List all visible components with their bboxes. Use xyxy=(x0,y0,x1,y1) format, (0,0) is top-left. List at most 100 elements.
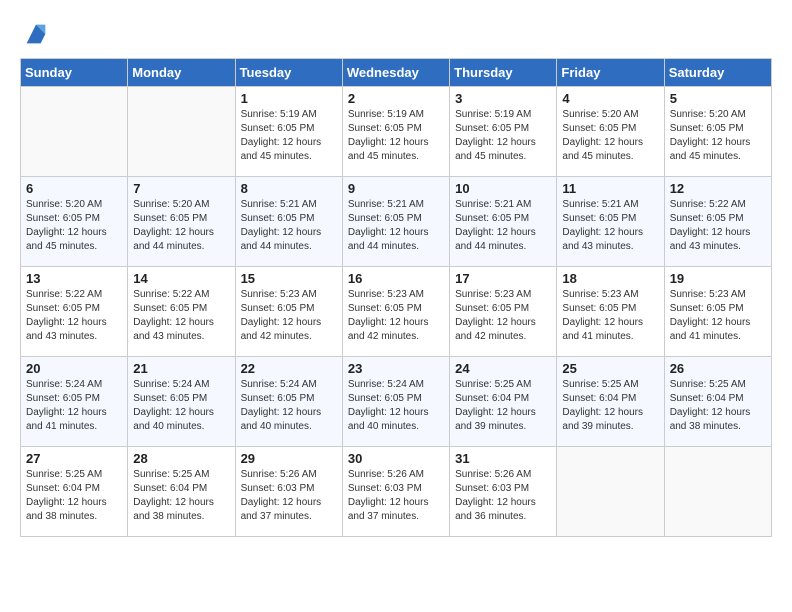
weekday-header-wednesday: Wednesday xyxy=(342,59,449,87)
cell-detail: Sunrise: 5:25 AM Sunset: 6:04 PM Dayligh… xyxy=(562,378,658,434)
day-number: 12 xyxy=(670,181,766,196)
cell-detail: Sunrise: 5:21 AM Sunset: 6:05 PM Dayligh… xyxy=(241,198,337,254)
weekday-header-monday: Monday xyxy=(128,59,235,87)
cell-detail: Sunrise: 5:21 AM Sunset: 6:05 PM Dayligh… xyxy=(562,198,658,254)
calendar-cell: 29 Sunrise: 5:26 AM Sunset: 6:03 PM Dayli… xyxy=(235,447,342,537)
day-number: 14 xyxy=(133,271,229,286)
calendar-cell: 25 Sunrise: 5:25 AM Sunset: 6:04 PM Dayli… xyxy=(557,357,664,447)
cell-detail: Sunrise: 5:23 AM Sunset: 6:05 PM Dayligh… xyxy=(670,288,766,344)
calendar-cell: 24 Sunrise: 5:25 AM Sunset: 6:04 PM Dayli… xyxy=(450,357,557,447)
cell-detail: Sunrise: 5:26 AM Sunset: 6:03 PM Dayligh… xyxy=(241,468,337,524)
calendar-cell: 5 Sunrise: 5:20 AM Sunset: 6:05 PM Daylig… xyxy=(664,87,771,177)
weekday-header-thursday: Thursday xyxy=(450,59,557,87)
calendar-cell: 7 Sunrise: 5:20 AM Sunset: 6:05 PM Daylig… xyxy=(128,177,235,267)
cell-detail: Sunrise: 5:20 AM Sunset: 6:05 PM Dayligh… xyxy=(26,198,122,254)
day-number: 30 xyxy=(348,451,444,466)
calendar-cell: 1Sunrise: 5:19 AM Sunset: 6:05 PM Daylig… xyxy=(235,87,342,177)
calendar-cell: 4 Sunrise: 5:20 AM Sunset: 6:05 PM Daylig… xyxy=(557,87,664,177)
day-number: 15 xyxy=(241,271,337,286)
cell-detail: Sunrise: 5:24 AM Sunset: 6:05 PM Dayligh… xyxy=(348,378,444,434)
day-number: 17 xyxy=(455,271,551,286)
calendar-cell: 3Sunrise: 5:19 AM Sunset: 6:05 PM Daylig… xyxy=(450,87,557,177)
day-number: 29 xyxy=(241,451,337,466)
calendar-cell xyxy=(128,87,235,177)
day-number: 21 xyxy=(133,361,229,376)
calendar-cell: 2 Sunrise: 5:19 AM Sunset: 6:05 PM Daylig… xyxy=(342,87,449,177)
cell-detail: Sunrise: 5:20 AM Sunset: 6:05 PM Dayligh… xyxy=(562,108,658,164)
day-number: 18 xyxy=(562,271,658,286)
calendar-cell: 27Sunrise: 5:25 AM Sunset: 6:04 PM Dayli… xyxy=(21,447,128,537)
calendar-cell: 28 Sunrise: 5:25 AM Sunset: 6:04 PM Dayli… xyxy=(128,447,235,537)
cell-detail: Sunrise: 5:25 AM Sunset: 6:04 PM Dayligh… xyxy=(26,468,122,524)
calendar-cell: 19Sunrise: 5:23 AM Sunset: 6:05 PM Dayli… xyxy=(664,267,771,357)
calendar-cell xyxy=(557,447,664,537)
calendar-cell: 31 Sunrise: 5:26 AM Sunset: 6:03 PM Dayli… xyxy=(450,447,557,537)
calendar-cell: 22 Sunrise: 5:24 AM Sunset: 6:05 PM Dayli… xyxy=(235,357,342,447)
day-number: 10 xyxy=(455,181,551,196)
cell-detail: Sunrise: 5:26 AM Sunset: 6:03 PM Dayligh… xyxy=(348,468,444,524)
calendar-cell: 18 Sunrise: 5:23 AM Sunset: 6:05 PM Dayli… xyxy=(557,267,664,357)
calendar-cell: 26Sunrise: 5:25 AM Sunset: 6:04 PM Dayli… xyxy=(664,357,771,447)
calendar-cell: 17 Sunrise: 5:23 AM Sunset: 6:05 PM Dayli… xyxy=(450,267,557,357)
cell-detail: Sunrise: 5:23 AM Sunset: 6:05 PM Dayligh… xyxy=(455,288,551,344)
calendar-cell xyxy=(664,447,771,537)
cell-detail: Sunrise: 5:23 AM Sunset: 6:05 PM Dayligh… xyxy=(562,288,658,344)
calendar-cell: 8Sunrise: 5:21 AM Sunset: 6:05 PM Daylig… xyxy=(235,177,342,267)
day-number: 28 xyxy=(133,451,229,466)
day-number: 7 xyxy=(133,181,229,196)
cell-detail: Sunrise: 5:26 AM Sunset: 6:03 PM Dayligh… xyxy=(455,468,551,524)
day-number: 13 xyxy=(26,271,122,286)
calendar-cell: 23 Sunrise: 5:24 AM Sunset: 6:05 PM Dayli… xyxy=(342,357,449,447)
day-number: 23 xyxy=(348,361,444,376)
logo-icon xyxy=(22,20,50,48)
day-number: 26 xyxy=(670,361,766,376)
calendar-cell: 21 Sunrise: 5:24 AM Sunset: 6:05 PM Dayli… xyxy=(128,357,235,447)
calendar-table: SundayMondayTuesdayWednesdayThursdayFrid… xyxy=(20,58,772,537)
day-number: 2 xyxy=(348,91,444,106)
cell-detail: Sunrise: 5:19 AM Sunset: 6:05 PM Dayligh… xyxy=(241,108,337,164)
cell-detail: Sunrise: 5:20 AM Sunset: 6:05 PM Dayligh… xyxy=(133,198,229,254)
cell-detail: Sunrise: 5:25 AM Sunset: 6:04 PM Dayligh… xyxy=(455,378,551,434)
cell-detail: Sunrise: 5:24 AM Sunset: 6:05 PM Dayligh… xyxy=(241,378,337,434)
day-number: 16 xyxy=(348,271,444,286)
cell-detail: Sunrise: 5:22 AM Sunset: 6:05 PM Dayligh… xyxy=(670,198,766,254)
calendar-cell: 16Sunrise: 5:23 AM Sunset: 6:05 PM Dayli… xyxy=(342,267,449,357)
cell-detail: Sunrise: 5:23 AM Sunset: 6:05 PM Dayligh… xyxy=(241,288,337,344)
calendar-cell: 20Sunrise: 5:24 AM Sunset: 6:05 PM Dayli… xyxy=(21,357,128,447)
calendar-week-row: 1Sunrise: 5:19 AM Sunset: 6:05 PM Daylig… xyxy=(21,87,772,177)
day-number: 24 xyxy=(455,361,551,376)
weekday-header-friday: Friday xyxy=(557,59,664,87)
cell-detail: Sunrise: 5:19 AM Sunset: 6:05 PM Dayligh… xyxy=(348,108,444,164)
cell-detail: Sunrise: 5:22 AM Sunset: 6:05 PM Dayligh… xyxy=(26,288,122,344)
logo xyxy=(20,20,50,48)
cell-detail: Sunrise: 5:21 AM Sunset: 6:05 PM Dayligh… xyxy=(348,198,444,254)
calendar-cell: 10 Sunrise: 5:21 AM Sunset: 6:05 PM Dayli… xyxy=(450,177,557,267)
calendar-cell: 13 Sunrise: 5:22 AM Sunset: 6:05 PM Dayli… xyxy=(21,267,128,357)
day-number: 6 xyxy=(26,181,122,196)
day-number: 5 xyxy=(670,91,766,106)
page-header xyxy=(20,20,772,48)
cell-detail: Sunrise: 5:19 AM Sunset: 6:05 PM Dayligh… xyxy=(455,108,551,164)
day-number: 22 xyxy=(241,361,337,376)
cell-detail: Sunrise: 5:20 AM Sunset: 6:05 PM Dayligh… xyxy=(670,108,766,164)
day-number: 11 xyxy=(562,181,658,196)
calendar-cell: 14 Sunrise: 5:22 AM Sunset: 6:05 PM Dayli… xyxy=(128,267,235,357)
day-number: 9 xyxy=(348,181,444,196)
calendar-cell xyxy=(21,87,128,177)
weekday-header-saturday: Saturday xyxy=(664,59,771,87)
day-number: 31 xyxy=(455,451,551,466)
calendar-cell: 15 Sunrise: 5:23 AM Sunset: 6:05 PM Dayli… xyxy=(235,267,342,357)
calendar-week-row: 13 Sunrise: 5:22 AM Sunset: 6:05 PM Dayli… xyxy=(21,267,772,357)
day-number: 20 xyxy=(26,361,122,376)
calendar-cell: 30 Sunrise: 5:26 AM Sunset: 6:03 PM Dayli… xyxy=(342,447,449,537)
weekday-header-tuesday: Tuesday xyxy=(235,59,342,87)
cell-detail: Sunrise: 5:24 AM Sunset: 6:05 PM Dayligh… xyxy=(133,378,229,434)
calendar-cell: 11 Sunrise: 5:21 AM Sunset: 6:05 PM Dayli… xyxy=(557,177,664,267)
day-number: 4 xyxy=(562,91,658,106)
cell-detail: Sunrise: 5:21 AM Sunset: 6:05 PM Dayligh… xyxy=(455,198,551,254)
cell-detail: Sunrise: 5:25 AM Sunset: 6:04 PM Dayligh… xyxy=(133,468,229,524)
calendar-header-row: SundayMondayTuesdayWednesdayThursdayFrid… xyxy=(21,59,772,87)
day-number: 25 xyxy=(562,361,658,376)
cell-detail: Sunrise: 5:22 AM Sunset: 6:05 PM Dayligh… xyxy=(133,288,229,344)
calendar-cell: 6 Sunrise: 5:20 AM Sunset: 6:05 PM Daylig… xyxy=(21,177,128,267)
